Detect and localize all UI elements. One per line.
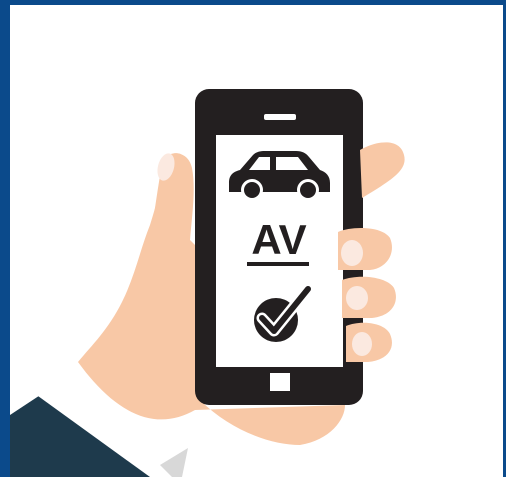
- screen-label: AV: [251, 216, 306, 263]
- home-button[interactable]: [270, 373, 290, 391]
- hand-phone-illustration: AV: [10, 89, 405, 477]
- fingers: [338, 228, 396, 362]
- illustration-frame: AV: [0, 0, 506, 477]
- label-underline: [247, 262, 309, 266]
- phone-speaker: [264, 114, 296, 120]
- index-finger: [360, 142, 405, 198]
